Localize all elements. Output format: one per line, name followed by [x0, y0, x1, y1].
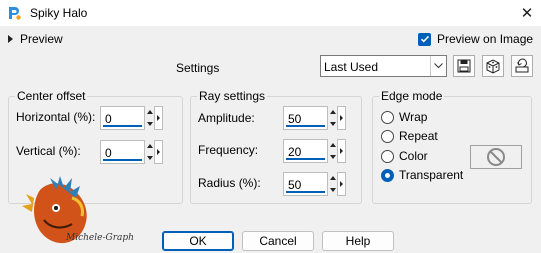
spinner-menu-button[interactable]: [337, 172, 346, 196]
spinner-menu-button[interactable]: [154, 140, 163, 164]
close-button[interactable]: ✕: [513, 0, 541, 26]
radio-color[interactable]: Color: [381, 149, 428, 163]
preview-toggle[interactable]: Preview: [8, 32, 63, 46]
radius-input[interactable]: 50: [283, 172, 328, 196]
spinner-menu-button[interactable]: [337, 106, 346, 130]
preset-dropdown[interactable]: Last Used: [320, 55, 447, 77]
frequency-spinner[interactable]: 20: [283, 139, 346, 163]
preset-value: Last Used: [324, 60, 379, 74]
radio-transparent-label: Transparent: [399, 168, 464, 182]
save-icon: [457, 59, 471, 73]
radio-repeat[interactable]: Repeat: [381, 129, 438, 143]
no-color-icon: [487, 148, 505, 166]
frequency-label: Frequency:: [198, 143, 259, 157]
spinner-arrows-icon[interactable]: [145, 107, 154, 129]
chevron-down-icon: [430, 56, 446, 76]
watermark-text: Michele-Graph: [66, 233, 134, 243]
randomize-button[interactable]: [482, 55, 504, 77]
reset-icon: [515, 58, 529, 73]
title-bar: Spiky Halo ✕: [0, 0, 541, 26]
reset-button[interactable]: [511, 55, 533, 77]
radius-spinner[interactable]: 50: [283, 172, 346, 196]
spinner-arrows-icon[interactable]: [328, 107, 337, 129]
frequency-input[interactable]: 20: [283, 139, 328, 163]
amplitude-spinner[interactable]: 50: [283, 106, 346, 130]
radio-circle-icon: [381, 149, 394, 163]
spinner-menu-button[interactable]: [154, 106, 163, 130]
spinner-arrows-icon[interactable]: [328, 140, 337, 162]
expand-triangle-icon: [8, 35, 13, 43]
window-title: Spiky Halo: [30, 6, 88, 20]
center-offset-title: Center offset: [15, 89, 88, 103]
radio-circle-icon: [381, 129, 394, 143]
checkmark-icon: [418, 32, 431, 46]
app-icon: [9, 7, 21, 20]
radio-wrap-label: Wrap: [399, 110, 428, 124]
radius-label: Radius (%):: [198, 176, 261, 190]
help-button[interactable]: Help: [322, 231, 394, 251]
radio-transparent[interactable]: Transparent: [381, 168, 463, 182]
close-icon: ✕: [520, 5, 534, 22]
horizontal-input[interactable]: 0: [100, 106, 145, 130]
preview-on-image-checkbox[interactable]: Preview on Image: [418, 32, 533, 46]
radio-circle-icon: [381, 110, 394, 124]
horizontal-label: Horizontal (%):: [16, 110, 96, 124]
dice-icon: [486, 59, 500, 74]
radio-color-label: Color: [399, 149, 428, 163]
amplitude-label: Amplitude:: [198, 111, 255, 125]
save-preset-button[interactable]: [453, 55, 475, 77]
spinner-arrows-icon[interactable]: [328, 173, 337, 195]
settings-label: Settings: [176, 61, 220, 75]
radio-repeat-label: Repeat: [399, 129, 438, 143]
radio-selected-icon: [381, 168, 394, 182]
amplitude-input[interactable]: 50: [283, 106, 328, 130]
ok-button[interactable]: OK: [162, 231, 234, 251]
radio-wrap[interactable]: Wrap: [381, 110, 427, 124]
watermark-logo: Michele-Graph: [20, 170, 140, 250]
preview-label: Preview: [20, 32, 63, 46]
spinner-menu-button[interactable]: [337, 139, 346, 163]
cancel-button[interactable]: Cancel: [242, 231, 314, 251]
vertical-input[interactable]: 0: [100, 140, 145, 164]
preview-on-image-label: Preview on Image: [437, 32, 534, 46]
edge-mode-title: Edge mode: [379, 89, 445, 103]
color-swatch[interactable]: [470, 145, 522, 169]
vertical-label: Vertical (%):: [16, 144, 81, 158]
spinner-arrows-icon[interactable]: [145, 141, 154, 163]
ray-settings-title: Ray settings: [197, 89, 268, 103]
horizontal-spinner[interactable]: 0: [100, 106, 163, 130]
vertical-spinner[interactable]: 0: [100, 140, 163, 164]
